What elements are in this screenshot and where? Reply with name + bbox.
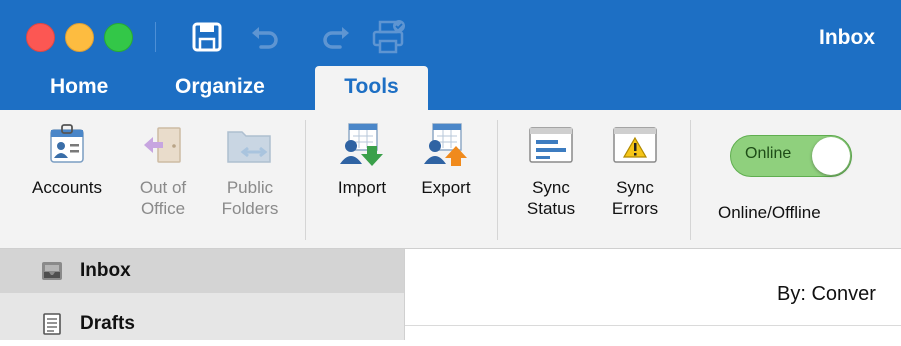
online-offline-label: Online/Offline — [718, 203, 821, 222]
export-icon — [424, 123, 467, 166]
inbox-icon — [42, 262, 62, 280]
sync-status-button[interactable]: Sync Status — [514, 120, 588, 219]
public-folders-label: Public Folders — [221, 178, 279, 218]
sidebar-item-label: Inbox — [80, 260, 131, 281]
out-of-office-label: Out of Office — [139, 178, 187, 218]
accounts-button[interactable]: Accounts — [18, 120, 116, 198]
message-list-header: By: Conver — [405, 249, 901, 326]
tab-tools[interactable]: Tools — [315, 66, 428, 110]
out-of-office-icon — [144, 127, 181, 163]
tab-organize[interactable]: Organize — [175, 66, 265, 110]
import-label[interactable]: Import — [324, 177, 400, 198]
minimize-window-button[interactable] — [65, 23, 94, 52]
save-icon[interactable] — [190, 19, 224, 55]
sync-status-icon — [529, 127, 573, 163]
sync-errors-label: Sync Errors — [611, 178, 659, 218]
sidebar-item-label: Drafts — [80, 313, 135, 334]
sidebar-item-drafts[interactable]: Drafts — [0, 302, 404, 346]
sync-status-label: Sync Status — [526, 178, 576, 218]
accounts-label: Accounts — [32, 178, 102, 197]
toggle-state-text: Online — [745, 145, 792, 162]
import-icon — [340, 123, 383, 166]
public-folders-icon — [227, 131, 271, 163]
sort-by-dropdown[interactable]: By: Conver — [777, 283, 876, 306]
accounts-icon — [50, 124, 84, 163]
folder-sidebar: Inbox Drafts — [0, 249, 405, 340]
title-separator — [155, 22, 156, 52]
sync-errors-icon — [613, 127, 657, 163]
export-label: Export — [421, 178, 471, 197]
undo-icon[interactable] — [247, 19, 283, 55]
out-of-office-button[interactable]: Out of Office — [124, 120, 202, 219]
close-window-button[interactable] — [26, 23, 55, 52]
ribbon-group-separator — [497, 120, 498, 240]
export-button[interactable]: Export — [408, 120, 484, 198]
maximize-window-button[interactable] — [104, 23, 133, 52]
ribbon-tools: Accounts Out of Office Public Folders Im… — [0, 110, 901, 249]
sync-errors-button[interactable]: Sync Errors — [598, 120, 672, 219]
print-icon[interactable] — [370, 19, 408, 55]
import-button[interactable]: Import — [324, 120, 400, 198]
redo-icon[interactable] — [318, 19, 354, 55]
drafts-icon — [43, 313, 61, 335]
sidebar-item-inbox[interactable]: Inbox — [0, 249, 404, 293]
public-folders-button[interactable]: Public Folders — [208, 120, 292, 219]
toggle-knob[interactable] — [812, 137, 850, 175]
title-bar: Inbox Home Organize Tools — [0, 0, 901, 110]
message-list — [405, 326, 901, 340]
ribbon-group-separator — [305, 120, 306, 240]
ribbon-group-separator — [690, 120, 691, 240]
online-offline-toggle[interactable]: Online — [730, 135, 852, 177]
tab-home[interactable]: Home — [50, 66, 108, 110]
window-title: Inbox — [819, 26, 875, 49]
